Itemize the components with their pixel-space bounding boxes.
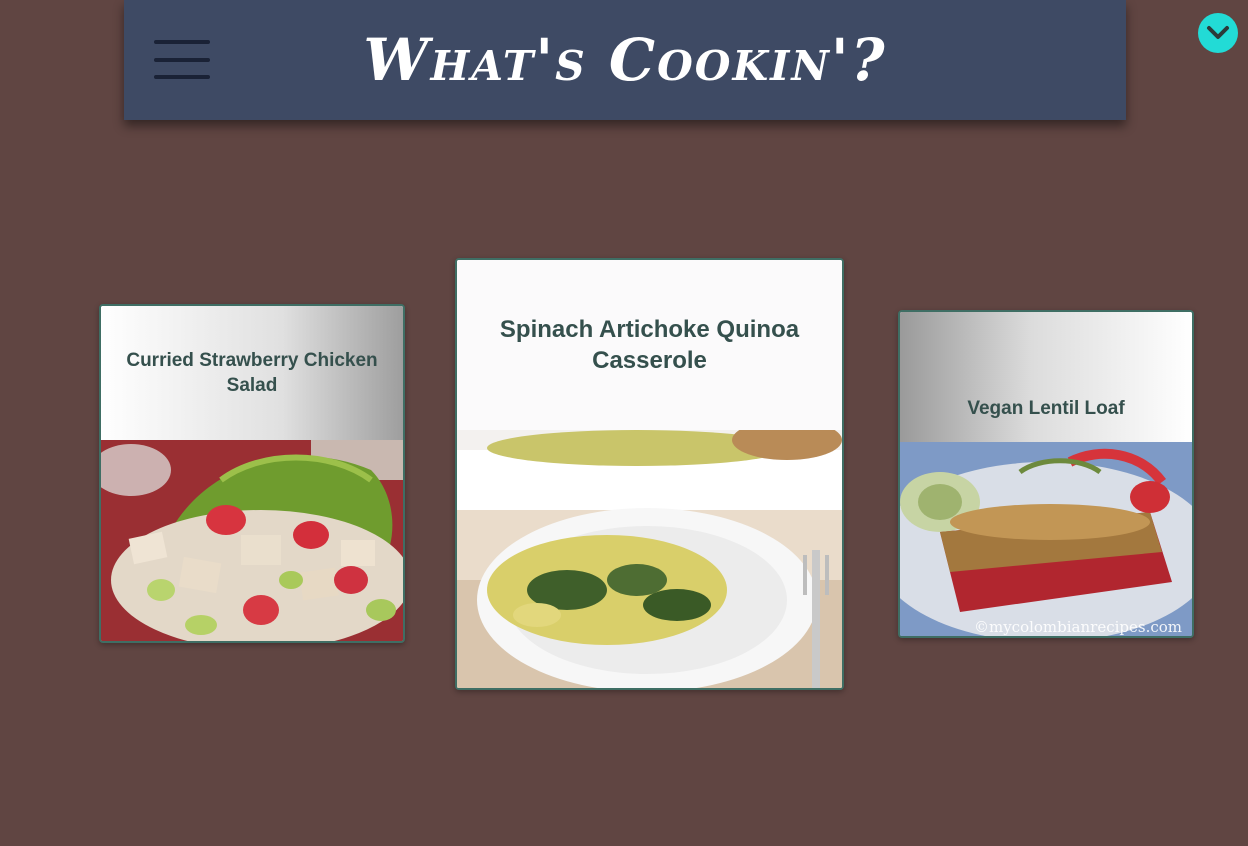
recipe-title: Vegan Lentil Loaf [900, 312, 1192, 442]
app-title: What's Cookin'? [363, 26, 887, 94]
recipe-card[interactable]: Spinach Artichoke Quinoa Casserole [455, 258, 844, 690]
spinach-quinoa-casserole-photo [457, 430, 842, 688]
recipe-card[interactable]: Vegan Lentil Loaf ©mycolombianrecipes.co… [898, 310, 1194, 638]
lentil-loaf-photo: ©mycolombianrecipes.com [900, 442, 1192, 636]
header-bar: What's Cookin'? [124, 0, 1126, 120]
strawberry-chicken-salad-photo [101, 440, 403, 641]
recipe-title: Curried Strawberry Chicken Salad [101, 306, 403, 440]
photo-watermark: ©mycolombianrecipes.com [973, 618, 1182, 636]
chevron-down-icon [1207, 26, 1229, 39]
recipe-card[interactable]: Curried Strawberry Chicken Salad [99, 304, 405, 643]
recipe-title: Spinach Artichoke Quinoa Casserole [457, 260, 842, 430]
scroll-down-button[interactable] [1198, 13, 1238, 53]
